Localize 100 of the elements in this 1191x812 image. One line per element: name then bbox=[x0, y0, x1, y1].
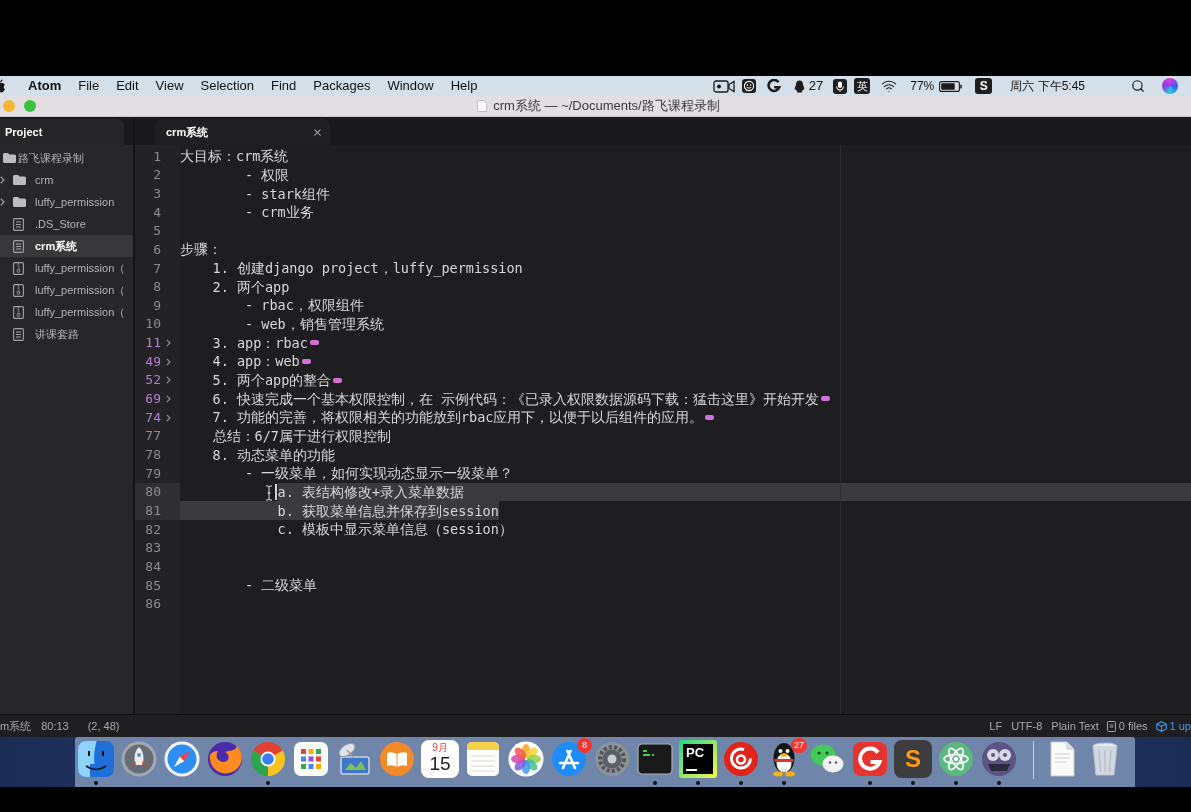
chevron-right-icon[interactable] bbox=[166, 338, 171, 347]
file-encoding[interactable]: UTF-8 bbox=[1011, 717, 1043, 735]
penguin-icon[interactable] bbox=[793, 79, 805, 93]
text-file-icon bbox=[13, 327, 24, 341]
fold-marker-icon[interactable] bbox=[821, 396, 831, 402]
grammar-selector[interactable]: Plain Text bbox=[1051, 717, 1099, 735]
smiling-face-app-icon[interactable] bbox=[77, 740, 115, 778]
grid-app-icon[interactable] bbox=[292, 740, 330, 778]
battery-percentage[interactable]: 77% bbox=[910, 77, 935, 95]
g-logo-app-icon[interactable] bbox=[851, 740, 889, 778]
folder-icon bbox=[13, 197, 26, 207]
atom-app-icon[interactable] bbox=[937, 740, 975, 778]
menu-item[interactable]: Window bbox=[387, 76, 434, 96]
package-icon[interactable] bbox=[1155, 720, 1167, 732]
update-count[interactable]: 1 up bbox=[1169, 717, 1191, 735]
app-icon-label: PC bbox=[686, 745, 706, 760]
menu-item[interactable]: Packages bbox=[313, 76, 371, 96]
pc-tile-app-icon[interactable]: PC bbox=[679, 740, 717, 778]
segmented-circle-app-icon[interactable] bbox=[249, 740, 287, 778]
microphone-icon[interactable] bbox=[833, 78, 848, 94]
document-icon bbox=[477, 100, 488, 112]
fold-marker-icon[interactable] bbox=[309, 340, 319, 346]
swirl-globe-app-icon[interactable] bbox=[206, 740, 244, 778]
tree-item[interactable]: .DS_Store bbox=[0, 213, 133, 235]
calendar-month: 9月 bbox=[432, 742, 448, 753]
chevron-right-icon[interactable] bbox=[0, 176, 5, 184]
line-number: 74 bbox=[145, 408, 161, 427]
apple-logo-icon[interactable] bbox=[0, 79, 6, 93]
line-number: 83 bbox=[145, 539, 161, 558]
app-menu[interactable]: Atom bbox=[28, 76, 62, 96]
close-tab-button[interactable] bbox=[312, 126, 323, 138]
line-number: 1 bbox=[153, 147, 161, 166]
tree-item[interactable]: luffy_permission（ bbox=[0, 257, 133, 279]
letter-a-app-icon[interactable] bbox=[550, 740, 588, 778]
line-ending[interactable]: LF bbox=[989, 717, 1003, 735]
calendar-app-icon[interactable]: 9月 15 bbox=[421, 740, 459, 778]
line-number: 81 bbox=[145, 502, 161, 521]
line-number: 3 bbox=[153, 184, 161, 203]
tree-item[interactable]: luffy_permission bbox=[0, 191, 133, 213]
satellite-dish-app-icon[interactable] bbox=[335, 740, 373, 778]
selection-count[interactable]: (2, 48) bbox=[87, 717, 120, 735]
line-number: 11 bbox=[145, 334, 161, 353]
folder-icon bbox=[3, 153, 16, 163]
fold-marker-icon[interactable] bbox=[333, 377, 343, 383]
tree-item[interactable]: 路飞课程录制 bbox=[0, 147, 133, 169]
gear-app-icon[interactable] bbox=[593, 740, 631, 778]
menu-item[interactable]: Help bbox=[450, 76, 478, 96]
battery-icon[interactable] bbox=[939, 80, 963, 92]
app-menu-extra[interactable]: S bbox=[975, 78, 993, 94]
tree-item[interactable]: crm bbox=[0, 169, 133, 191]
text-editor[interactable] bbox=[180, 145, 1191, 714]
code-line: - web，销售管理系统 bbox=[245, 315, 384, 335]
line-number: 77 bbox=[145, 427, 161, 446]
tree-item[interactable]: crm系统 bbox=[0, 235, 133, 257]
notification-badge: 27 bbox=[791, 738, 807, 753]
menu-item[interactable]: Find bbox=[271, 76, 297, 96]
wifi-icon[interactable] bbox=[880, 78, 899, 94]
menu-item[interactable]: View bbox=[155, 76, 184, 96]
swirl-circle-app-icon[interactable] bbox=[722, 740, 760, 778]
tree-item[interactable]: luffy_permission（ bbox=[0, 279, 133, 301]
code-line: 总结：6/7属于进行权限控制 bbox=[212, 427, 391, 447]
g-logo-icon[interactable] bbox=[766, 79, 781, 93]
fold-marker-icon[interactable] bbox=[705, 415, 715, 420]
chevron-right-icon[interactable] bbox=[0, 198, 5, 206]
smiley-icon[interactable] bbox=[741, 79, 756, 93]
orb-icon[interactable] bbox=[1162, 78, 1178, 94]
flower-app-icon[interactable] bbox=[507, 740, 545, 778]
open-book-app-icon[interactable] bbox=[378, 740, 416, 778]
zip-file-icon bbox=[13, 283, 24, 297]
input-source-menu[interactable]: 英 bbox=[854, 78, 871, 94]
notepad-app-icon[interactable] bbox=[464, 740, 502, 778]
film-reel-app-icon[interactable] bbox=[980, 740, 1018, 778]
rocket-app-icon[interactable] bbox=[120, 740, 158, 778]
git-status[interactable]: 0 files bbox=[1118, 717, 1148, 735]
notification-badge: 8 bbox=[577, 738, 592, 753]
project-panel-tab[interactable]: Project bbox=[0, 119, 124, 145]
menu-item[interactable]: Selection bbox=[200, 76, 254, 96]
menu-bar-clock[interactable]: 周六 下午5:45 bbox=[1010, 77, 1085, 95]
search-icon[interactable] bbox=[1131, 79, 1145, 93]
compass-app-icon[interactable] bbox=[163, 740, 201, 778]
tree-item[interactable]: luffy_permission（ bbox=[0, 301, 133, 323]
file-icon[interactable] bbox=[1106, 720, 1116, 732]
text-file-icon bbox=[13, 217, 24, 231]
terminal-app-icon[interactable] bbox=[636, 740, 674, 778]
video-camera-icon[interactable] bbox=[712, 79, 735, 93]
line-number: 6 bbox=[153, 240, 161, 259]
menu-item[interactable]: File bbox=[78, 76, 100, 96]
editor-tab[interactable]: crm系统 bbox=[155, 119, 330, 145]
s-tile-app-icon[interactable]: S bbox=[894, 740, 932, 778]
chevron-right-icon[interactable] bbox=[166, 413, 171, 422]
line-number: 85 bbox=[145, 576, 161, 595]
selected-text: a. 表结构修改+录入菜单数据 bbox=[277, 482, 1191, 502]
chevron-right-icon[interactable] bbox=[166, 357, 171, 366]
menu-item[interactable]: Edit bbox=[116, 76, 139, 96]
tree-item[interactable]: 讲课套路 bbox=[0, 323, 133, 345]
code-line: 5. 两个app的整合 bbox=[212, 371, 332, 391]
code-line: - 二级菜单 bbox=[245, 576, 318, 596]
status-file-name[interactable]: m系统 bbox=[0, 717, 32, 735]
fold-marker-icon[interactable] bbox=[301, 359, 311, 365]
cursor-position[interactable]: 80:13 bbox=[41, 717, 69, 735]
